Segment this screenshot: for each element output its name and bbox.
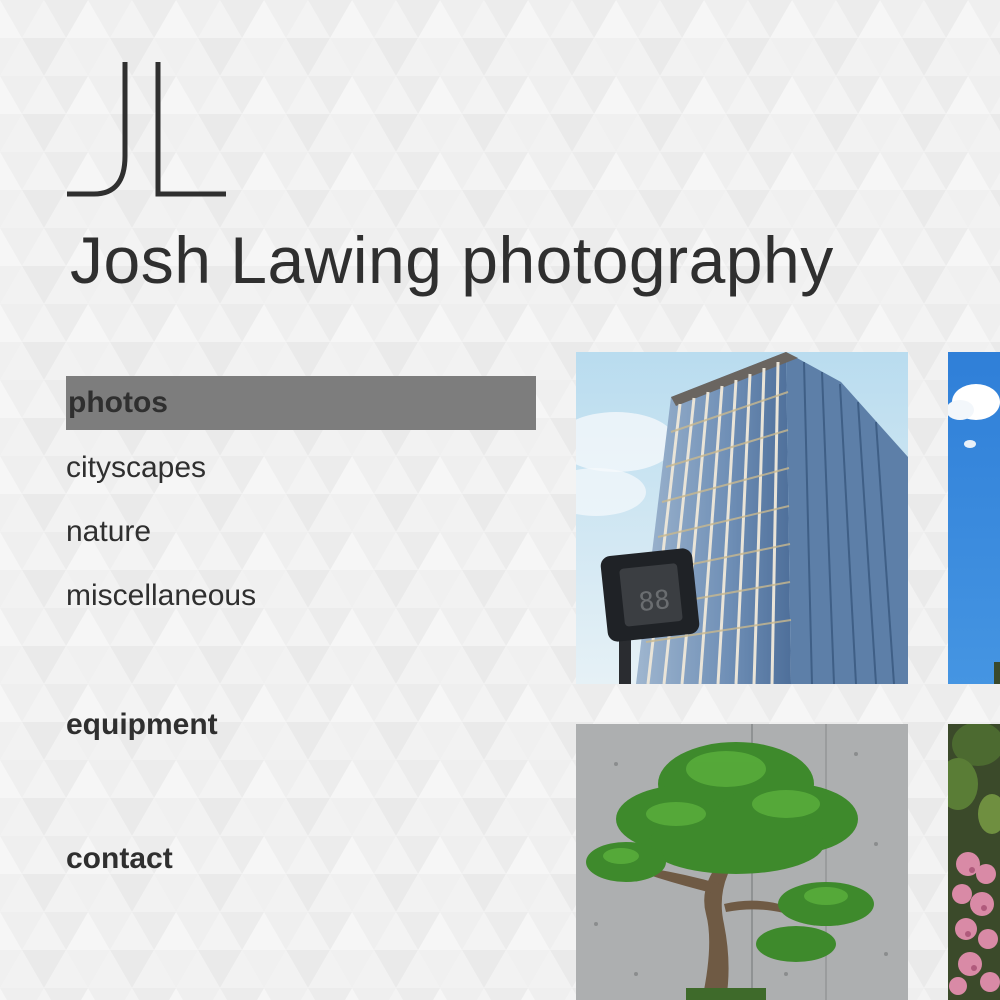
site-title: Josh Lawing photography	[70, 223, 834, 297]
bonsai-photo	[576, 724, 908, 1000]
gallery-thumb-bonsai[interactable]	[576, 724, 908, 1000]
nav-item-photos[interactable]: photos	[66, 376, 536, 430]
nav-item-contact[interactable]: contact	[66, 842, 173, 876]
jl-monogram-icon	[67, 62, 226, 197]
nav-item-equipment[interactable]: equipment	[66, 708, 218, 742]
gallery-thumb-building[interactable]: 88	[576, 352, 908, 684]
site-logo[interactable]	[64, 60, 230, 202]
sky-photo	[948, 352, 1000, 684]
gallery-thumb-flowers[interactable]	[948, 724, 1000, 1000]
flowers-photo	[948, 724, 1000, 1000]
building-photo: 88	[576, 352, 908, 684]
svg-text:88: 88	[637, 585, 671, 618]
gallery-thumb-sky[interactable]	[948, 352, 1000, 684]
nav-item-cityscapes[interactable]: cityscapes	[66, 451, 206, 485]
nav-item-nature[interactable]: nature	[66, 515, 151, 549]
nav-item-miscellaneous[interactable]: miscellaneous	[66, 579, 256, 613]
